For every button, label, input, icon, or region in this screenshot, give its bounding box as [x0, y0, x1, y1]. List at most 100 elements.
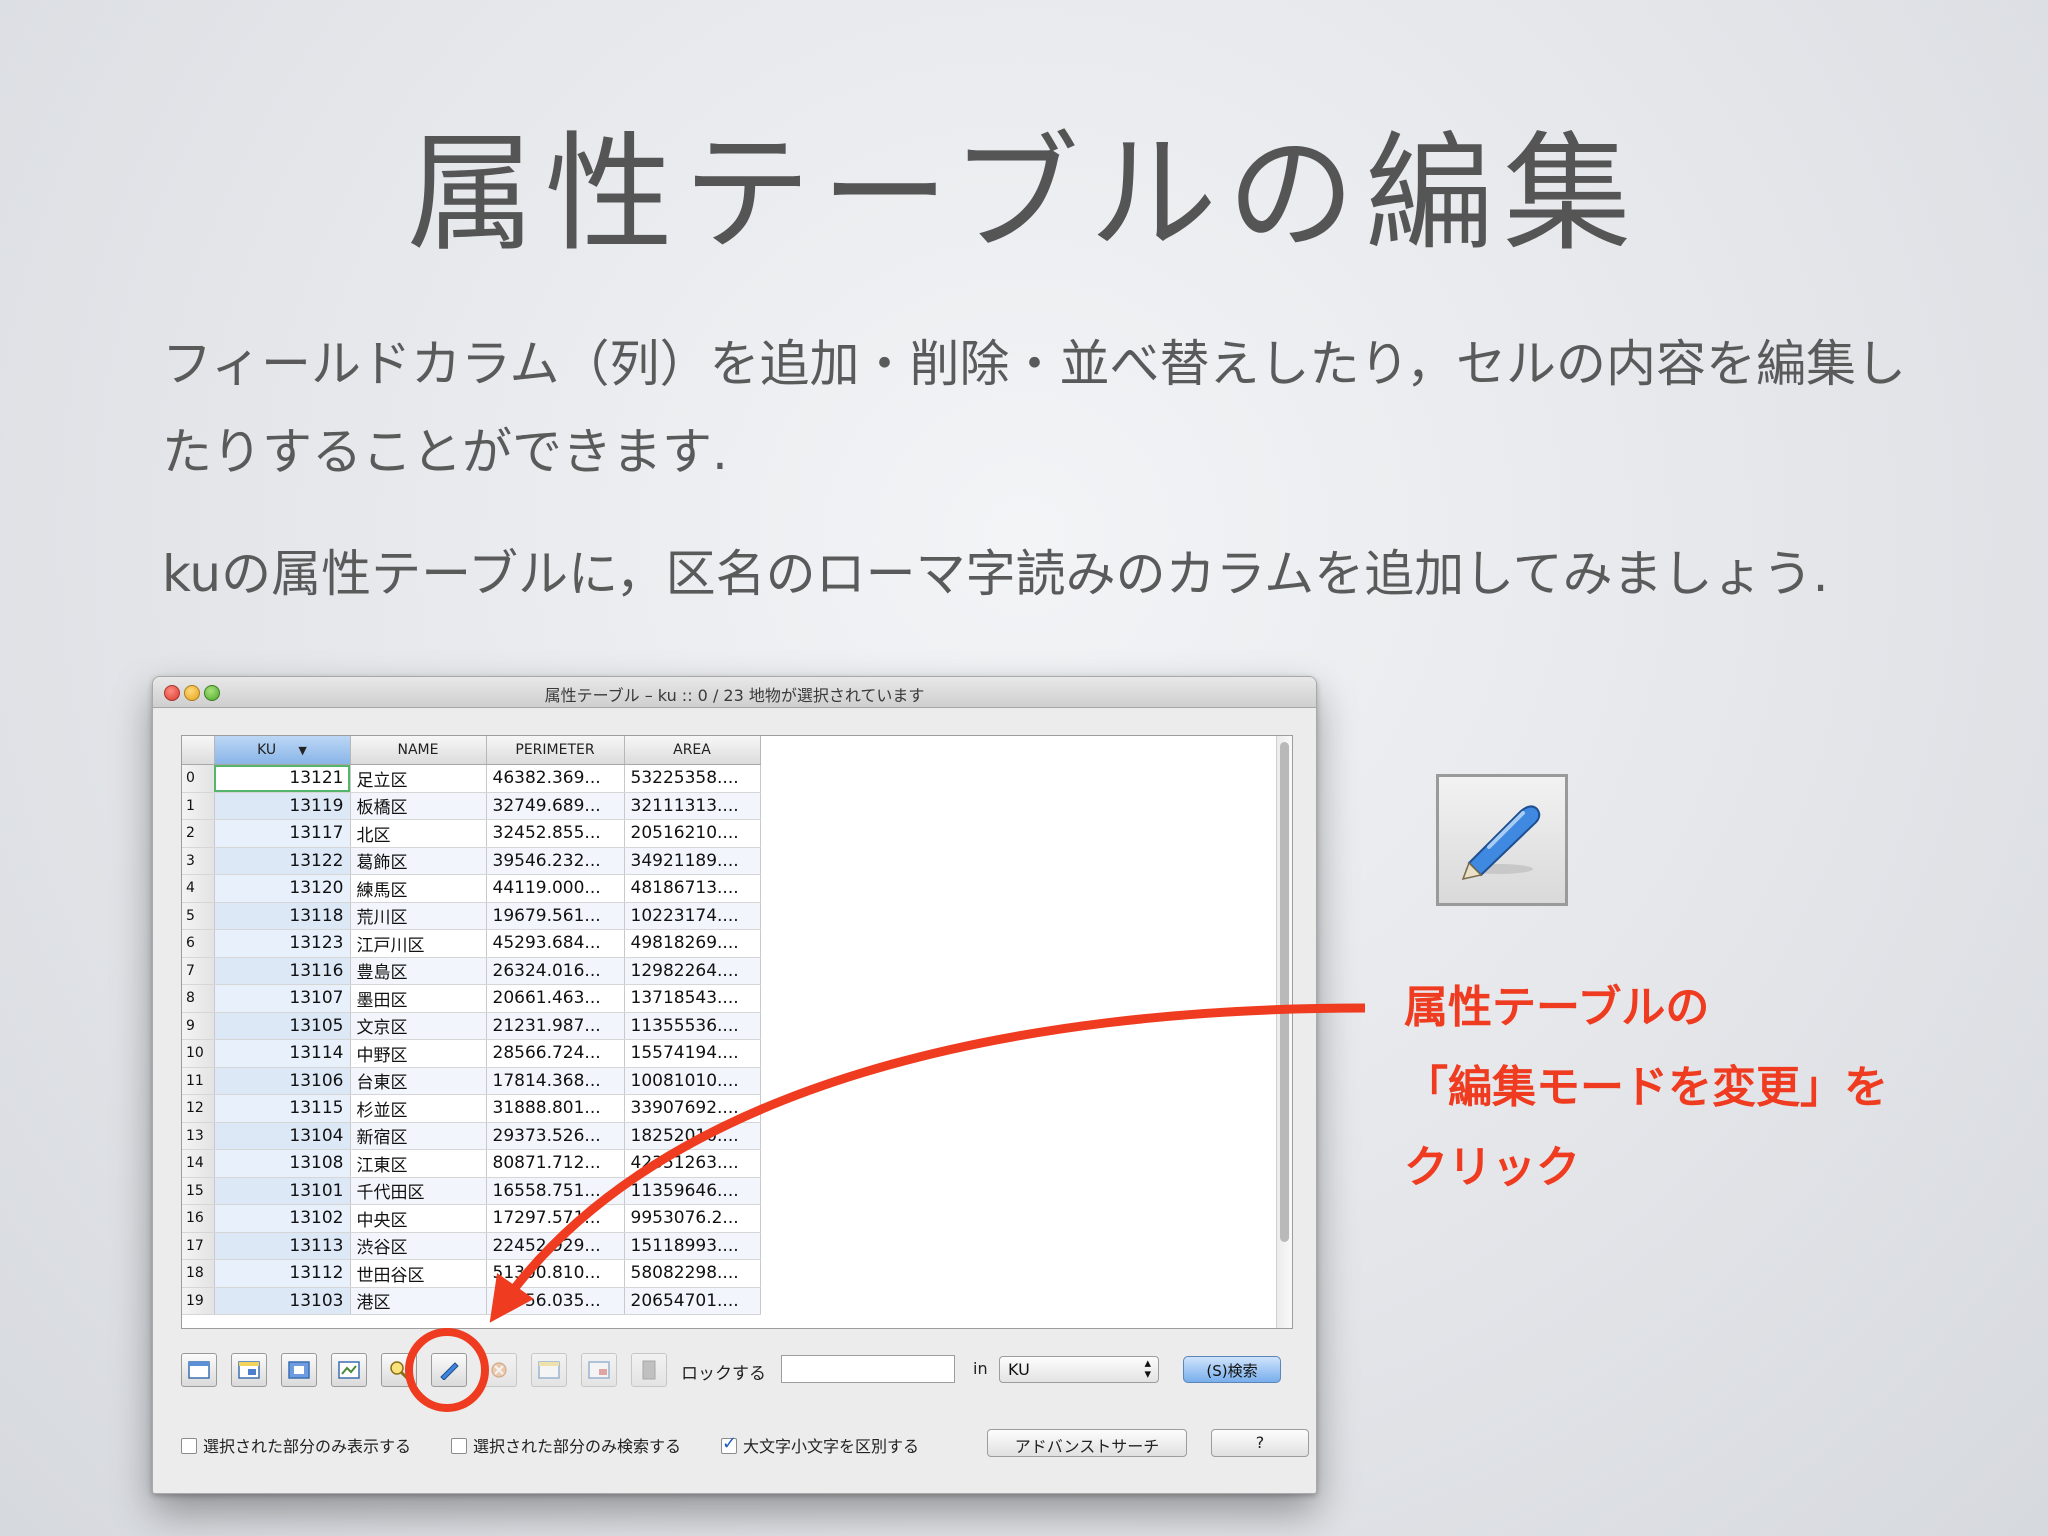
row-index-cell[interactable]: 4 [182, 874, 215, 903]
table-row[interactable]: 12 13115 杉並区 31888.801... 33907692.... [182, 1094, 761, 1123]
copy-selected-rows-button[interactable] [331, 1353, 367, 1387]
vertical-scrollbar[interactable] [1276, 736, 1292, 1328]
search-text-input[interactable] [781, 1355, 955, 1383]
row-index-cell[interactable]: 1 [182, 792, 215, 820]
area-cell[interactable]: 11359646.... [624, 1177, 761, 1205]
area-cell[interactable]: 32111313.... [624, 792, 761, 820]
ku-cell[interactable]: 13101 [214, 1177, 351, 1205]
area-cell[interactable]: 53225358.... [624, 764, 761, 793]
ku-cell[interactable]: 13121 [214, 764, 351, 793]
advanced-search-button[interactable]: アドバンストサーチ [987, 1429, 1187, 1457]
table-row[interactable]: 4 13120 練馬区 44119.000... 48186713.... [182, 874, 761, 903]
ku-cell[interactable]: 13103 [214, 1287, 351, 1315]
table-row[interactable]: 0 13121 足立区 46382.369... 53225358.... [182, 764, 761, 793]
ku-cell[interactable]: 13123 [214, 929, 351, 958]
perimeter-cell[interactable]: 29373.526... [486, 1122, 625, 1150]
name-cell[interactable]: 豊島区 [350, 957, 487, 985]
row-index-cell[interactable]: 3 [182, 847, 215, 875]
toggle-editing-mode-button[interactable] [431, 1353, 467, 1387]
area-cell[interactable]: 20516210.... [624, 819, 761, 848]
perimeter-cell[interactable]: 20661.463... [486, 984, 625, 1013]
area-cell[interactable]: 15574194.... [624, 1039, 761, 1068]
ku-cell[interactable]: 13104 [214, 1122, 351, 1150]
attribute-grid[interactable]: KU ▼ NAME PERIMETER AREA 0 13121 足立区 46382.… [182, 736, 761, 1315]
column-header-name[interactable]: NAME [350, 736, 487, 765]
column-header-perimeter[interactable]: PERIMETER [486, 736, 625, 765]
table-row[interactable]: 11 13106 台東区 17814.368... 10081010.... [182, 1067, 761, 1095]
perimeter-cell[interactable]: 17814.368... [486, 1067, 625, 1095]
name-cell[interactable]: 杉並区 [350, 1094, 487, 1123]
name-cell[interactable]: 墨田区 [350, 984, 487, 1013]
perimeter-cell[interactable]: 45293.684... [486, 929, 625, 958]
table-row[interactable]: 8 13107 墨田区 20661.463... 13718543.... [182, 984, 761, 1013]
row-index-cell[interactable]: 0 [182, 764, 215, 793]
case-sensitive-option[interactable]: 大文字小文字を区別する [721, 1433, 919, 1457]
row-index-cell[interactable]: 17 [182, 1232, 215, 1260]
table-row[interactable]: 19 13103 港区 34556.035... 20654701.... [182, 1287, 761, 1315]
row-index-cell[interactable]: 16 [182, 1204, 215, 1233]
name-cell[interactable]: 世田谷区 [350, 1259, 487, 1288]
ku-cell[interactable]: 13116 [214, 957, 351, 985]
delete-selected-button[interactable] [481, 1353, 517, 1387]
area-cell[interactable]: 42351263.... [624, 1149, 761, 1178]
area-cell[interactable]: 15118993.... [624, 1232, 761, 1260]
field-calculator-button[interactable] [631, 1353, 667, 1387]
ku-cell[interactable]: 13113 [214, 1232, 351, 1260]
perimeter-cell[interactable]: 31888.801... [486, 1094, 625, 1123]
area-cell[interactable]: 18252010.... [624, 1122, 761, 1150]
area-cell[interactable]: 11355536.... [624, 1012, 761, 1040]
ku-cell[interactable]: 13106 [214, 1067, 351, 1095]
corner-header[interactable] [182, 736, 215, 765]
invert-selection-button[interactable] [281, 1353, 317, 1387]
name-cell[interactable]: 板橋区 [350, 792, 487, 820]
ku-cell[interactable]: 13114 [214, 1039, 351, 1068]
perimeter-cell[interactable]: 39546.232... [486, 847, 625, 875]
area-cell[interactable]: 9953076.2... [624, 1204, 761, 1233]
move-selection-to-top-button[interactable] [231, 1353, 267, 1387]
area-cell[interactable]: 12982264.... [624, 957, 761, 985]
row-index-cell[interactable]: 8 [182, 984, 215, 1013]
table-row[interactable]: 13 13104 新宿区 29373.526... 18252010.... [182, 1122, 761, 1150]
search-selected-only-option[interactable]: 選択された部分のみ検索する [451, 1433, 681, 1457]
name-cell[interactable]: 中央区 [350, 1204, 487, 1233]
show-selected-only-option[interactable]: 選択された部分のみ表示する [181, 1433, 411, 1457]
name-cell[interactable]: 港区 [350, 1287, 487, 1315]
name-cell[interactable]: 中野区 [350, 1039, 487, 1068]
table-row[interactable]: 18 13112 世田谷区 51300.810... 58082298.... [182, 1259, 761, 1288]
delete-column-button[interactable] [581, 1353, 617, 1387]
table-row[interactable]: 2 13117 北区 32452.855... 20516210.... [182, 819, 761, 848]
name-cell[interactable]: 練馬区 [350, 874, 487, 903]
name-cell[interactable]: 北区 [350, 819, 487, 848]
perimeter-cell[interactable]: 32452.855... [486, 819, 625, 848]
column-header-area[interactable]: AREA [624, 736, 761, 765]
row-index-cell[interactable]: 5 [182, 902, 215, 930]
ku-cell[interactable]: 13120 [214, 874, 351, 903]
area-cell[interactable]: 34921189.... [624, 847, 761, 875]
ku-cell[interactable]: 13107 [214, 984, 351, 1013]
perimeter-cell[interactable]: 34556.035... [486, 1287, 625, 1315]
ku-cell[interactable]: 13122 [214, 847, 351, 875]
row-index-cell[interactable]: 7 [182, 957, 215, 985]
perimeter-cell[interactable]: 19679.561... [486, 902, 625, 930]
perimeter-cell[interactable]: 22452.929... [486, 1232, 625, 1260]
table-row[interactable]: 6 13123 江戸川区 45293.684... 49818269.... [182, 929, 761, 958]
area-cell[interactable]: 58082298.... [624, 1259, 761, 1288]
perimeter-cell[interactable]: 26324.016... [486, 957, 625, 985]
table-row[interactable]: 9 13105 文京区 21231.987... 11355536.... [182, 1012, 761, 1040]
area-cell[interactable]: 49818269.... [624, 929, 761, 958]
name-cell[interactable]: 文京区 [350, 1012, 487, 1040]
perimeter-cell[interactable]: 80871.712... [486, 1149, 625, 1178]
name-cell[interactable]: 江戸川区 [350, 929, 487, 958]
ku-cell[interactable]: 13108 [214, 1149, 351, 1178]
row-index-cell[interactable]: 19 [182, 1287, 215, 1315]
area-cell[interactable]: 20654701.... [624, 1287, 761, 1315]
new-column-button[interactable] [531, 1353, 567, 1387]
area-cell[interactable]: 10223174.... [624, 902, 761, 930]
name-cell[interactable]: 台東区 [350, 1067, 487, 1095]
ku-cell[interactable]: 13117 [214, 819, 351, 848]
row-index-cell[interactable]: 13 [182, 1122, 215, 1150]
column-header-ku[interactable]: KU ▼ [214, 736, 351, 765]
attribute-table[interactable]: KU ▼ NAME PERIMETER AREA 0 13121 足立区 46382.… [181, 735, 1293, 1329]
table-row[interactable]: 7 13116 豊島区 26324.016... 12982264.... [182, 957, 761, 985]
row-index-cell[interactable]: 11 [182, 1067, 215, 1095]
